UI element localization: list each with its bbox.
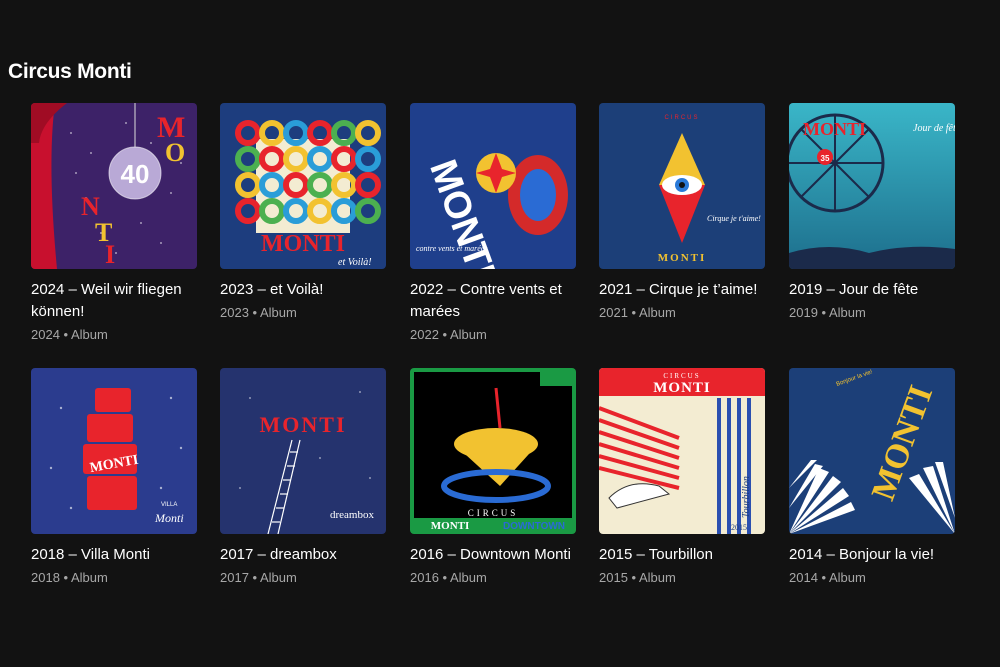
album-cover-2017[interactable]: MONTI dreambox: [220, 368, 386, 534]
svg-text:Monti: Monti: [154, 511, 184, 525]
album-title[interactable]: 2022 – Contre vents et marées: [410, 279, 576, 323]
svg-text:35: 35: [821, 154, 830, 163]
svg-text:MONTI: MONTI: [431, 520, 470, 532]
svg-text:MONTI: MONTI: [261, 231, 345, 257]
svg-text:N: N: [81, 192, 100, 221]
album-cover-2015[interactable]: CIRCUS MONTI Tourbillon 2015: [599, 368, 765, 534]
svg-text:et Voilà!: et Voilà!: [338, 257, 372, 268]
album-subtitle: 2022 • Album: [410, 327, 487, 342]
album-cover-2014[interactable]: MONTI Bonjour la vie!: [789, 368, 955, 534]
album-card-2024[interactable]: 40 M O N T I 2024 – Weil wir fliegen kön…: [31, 103, 197, 345]
svg-text:2015: 2015: [731, 523, 747, 532]
album-subtitle: 2016 • Album: [410, 570, 487, 585]
svg-text:VILLA: VILLA: [161, 502, 177, 508]
svg-text:Jour de fête: Jour de fête: [913, 123, 955, 134]
album-subtitle: 2021 • Album: [599, 305, 676, 320]
album-card-2021[interactable]: CIRCUS MONTI Cirque je t'aime! 2021 – Ci…: [599, 103, 765, 323]
cover-text-number: 40: [121, 159, 150, 189]
album-title[interactable]: 2024 – Weil wir fliegen können!: [31, 279, 197, 323]
album-title[interactable]: 2014 – Bonjour la vie!: [789, 544, 955, 566]
album-title[interactable]: 2018 – Villa Monti: [31, 544, 197, 566]
album-title[interactable]: 2021 – Cirque je t’aime!: [599, 279, 765, 301]
album-subtitle: 2014 • Album: [789, 570, 866, 585]
svg-text:contre vents et marées: contre vents et marées: [416, 244, 487, 253]
album-card-2022[interactable]: MONTI contre vents et marées 2022 – Cont…: [410, 103, 576, 345]
svg-text:MONTI: MONTI: [803, 119, 866, 139]
album-subtitle: 2018 • Album: [31, 570, 108, 585]
album-cover-2019[interactable]: 35 MONTI Jour de fête: [789, 103, 955, 269]
album-title[interactable]: 2016 – Downtown Monti: [410, 544, 576, 566]
album-card-2016[interactable]: CIRCUS MONTI DOWNTOWN 2016 – Downtown Mo…: [410, 368, 576, 588]
album-subtitle: 2015 • Album: [599, 570, 676, 585]
album-title[interactable]: 2019 – Jour de fête: [789, 279, 955, 301]
album-title[interactable]: 2015 – Tourbillon: [599, 544, 765, 566]
svg-text:dreambox: dreambox: [330, 509, 374, 521]
album-card-2023[interactable]: MONTI et Voilà! 2023 – et Voilà! 2023 • …: [220, 103, 386, 323]
svg-text:DOWNTOWN: DOWNTOWN: [503, 521, 565, 532]
album-card-2019[interactable]: 35 MONTI Jour de fête 2019 – Jour de fêt…: [789, 103, 955, 323]
album-card-2017[interactable]: MONTI dreambox 2017 – dreambox 2017 • Al…: [220, 368, 386, 588]
svg-text:MONTI: MONTI: [658, 252, 707, 264]
album-title[interactable]: 2023 – et Voilà!: [220, 279, 386, 301]
album-cover-2022[interactable]: MONTI contre vents et marées: [410, 103, 576, 269]
album-cover-2024[interactable]: 40 M O N T I: [31, 103, 197, 269]
album-card-2015[interactable]: CIRCUS MONTI Tourbillon 2015 2015 – Tour…: [599, 368, 765, 588]
album-cover-2016[interactable]: CIRCUS MONTI DOWNTOWN: [410, 368, 576, 534]
svg-text:Tourbillon: Tourbillon: [741, 476, 752, 518]
album-card-2014[interactable]: MONTI Bonjour la vie! 2014 – Bonjour la …: [789, 368, 955, 588]
svg-text:Cirque je t'aime!: Cirque je t'aime!: [707, 214, 761, 223]
svg-text:CIRCUS: CIRCUS: [663, 372, 700, 380]
album-cover-2021[interactable]: CIRCUS MONTI Cirque je t'aime!: [599, 103, 765, 269]
album-subtitle: 2023 • Album: [220, 305, 297, 320]
svg-text:O: O: [165, 138, 185, 167]
album-subtitle: 2017 • Album: [220, 570, 297, 585]
album-cover-2018[interactable]: MONTI VILLA Monti: [31, 368, 197, 534]
album-subtitle: 2019 • Album: [789, 305, 866, 320]
section-title[interactable]: Circus Monti: [8, 60, 132, 84]
svg-text:I: I: [105, 240, 115, 269]
svg-text:MONTI: MONTI: [260, 412, 347, 437]
album-card-2018[interactable]: MONTI VILLA Monti 2018 – Villa Monti 201…: [31, 368, 197, 588]
album-title[interactable]: 2017 – dreambox: [220, 544, 386, 566]
svg-text:MONTI: MONTI: [653, 380, 711, 396]
album-subtitle: 2024 • Album: [31, 327, 108, 342]
svg-text:CIRCUS: CIRCUS: [664, 115, 699, 121]
svg-text:CIRCUS: CIRCUS: [468, 508, 519, 518]
album-cover-2023[interactable]: MONTI et Voilà!: [220, 103, 386, 269]
